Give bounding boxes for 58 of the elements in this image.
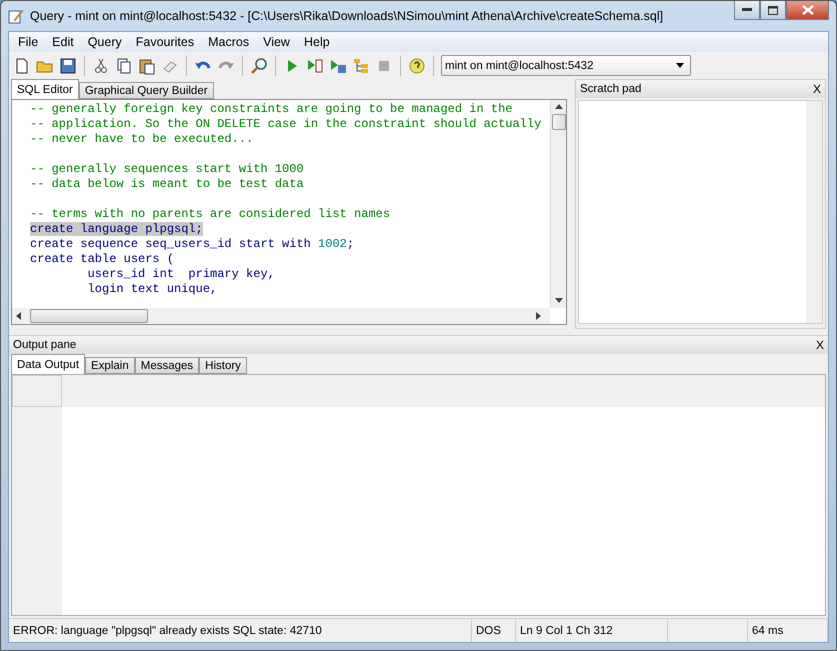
code-line: -- application. So the ON DELETE case in the constraint should actually <box>30 117 542 131</box>
search-icon[interactable] <box>250 56 268 74</box>
editor-tab[interactable]: SQL Editor <box>11 79 79 99</box>
code-line: -- generally foreign key constraints are going to be managed in the <box>30 102 512 116</box>
menu-item[interactable]: Edit <box>45 35 81 49</box>
pane-title: Output pane <box>13 339 76 351</box>
scroll-thumb[interactable] <box>552 114 566 130</box>
vertical-scrollbar[interactable] <box>550 100 566 308</box>
menu-item[interactable]: View <box>256 35 297 49</box>
connection-dropdown[interactable]: mint on mint@localhost:5432 <box>441 55 691 76</box>
up-arrow-icon[interactable] <box>554 104 562 110</box>
output-tab[interactable]: Explain <box>85 357 135 374</box>
editor-tab[interactable]: Graphical Query Builder <box>78 82 214 99</box>
scratch-pad-field[interactable] <box>578 100 823 324</box>
menu-item[interactable]: Help <box>296 35 337 49</box>
code-line: create language plpgsql; <box>30 222 203 236</box>
save-icon[interactable] <box>59 56 77 74</box>
code-line: -- terms with no parents are considered list names <box>30 207 390 221</box>
code-line: -- generally sequences start with 1000 <box>30 162 304 176</box>
scroll-thumb[interactable] <box>30 309 148 323</box>
copy-icon[interactable] <box>115 56 133 74</box>
close-button[interactable]: X <box>812 82 821 96</box>
code-line: -- never have to be executed... <box>30 132 254 146</box>
code-line: login text unique, <box>86 282 218 296</box>
sql-editor[interactable] <box>11 99 567 325</box>
close-button[interactable] <box>786 1 829 20</box>
app-icon <box>8 8 24 24</box>
output-tab[interactable]: History <box>199 357 247 374</box>
scissors-icon[interactable] <box>92 56 110 74</box>
pane-title: Scratch pad <box>580 83 642 95</box>
menu-item[interactable]: Favourites <box>128 35 202 49</box>
play-pgscript-icon[interactable] <box>306 56 324 74</box>
down-arrow-icon[interactable] <box>554 298 562 304</box>
menu-item[interactable]: Macros <box>201 35 256 49</box>
caret-icon <box>676 63 684 68</box>
output-tab[interactable]: Data Output <box>11 354 86 374</box>
close-icon <box>802 5 814 15</box>
status-message: ERROR: language "plpgsql" already exists SQL state: 42710 <box>9 619 472 642</box>
tree-icon[interactable] <box>352 56 370 74</box>
status-position: Ln 9 Col 1 Ch 312 <box>516 619 668 642</box>
status-encoding: DOS <box>472 619 516 642</box>
minimize-icon <box>742 8 752 12</box>
output-tab[interactable]: Messages <box>134 357 200 374</box>
menu-item[interactable]: File <box>11 35 46 49</box>
maximize-icon <box>768 6 778 14</box>
window-title: Query - mint on mint@localhost:5432 - [C:\Users\Rika\Downloads\NSimou\mint Athena\Archive\createSchema.sql] <box>30 9 664 23</box>
status-time: 64 ms <box>748 619 828 642</box>
horizontal-scrollbar[interactable] <box>12 308 550 324</box>
close-button[interactable]: X <box>816 338 824 352</box>
code-line: -- data below is meant to be test data <box>30 177 304 191</box>
menu-item[interactable]: Query <box>80 35 129 49</box>
code-line: users_id int primary key, <box>86 267 275 281</box>
help-icon[interactable] <box>408 56 426 74</box>
code-line: create table users ( <box>30 252 174 266</box>
maximize-button[interactable] <box>760 1 786 20</box>
code-line: create sequence seq_users_id start with 1002; <box>30 237 354 251</box>
minimize-button[interactable] <box>734 1 760 20</box>
paste-icon[interactable] <box>138 56 156 74</box>
